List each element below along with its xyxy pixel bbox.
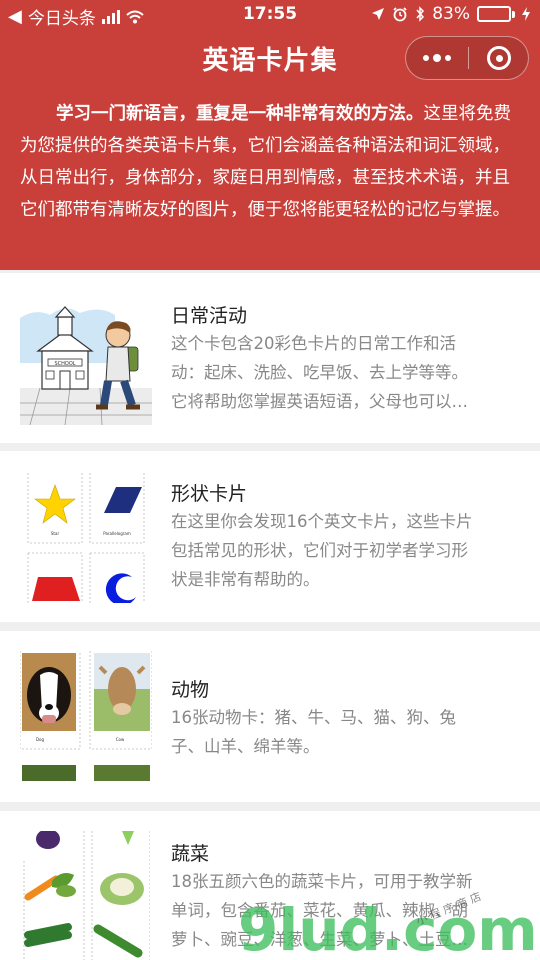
watermark-text: 9lud.com xyxy=(238,896,538,960)
site-watermark: 9lud.com 小 程 序 商 店 xyxy=(238,889,538,960)
